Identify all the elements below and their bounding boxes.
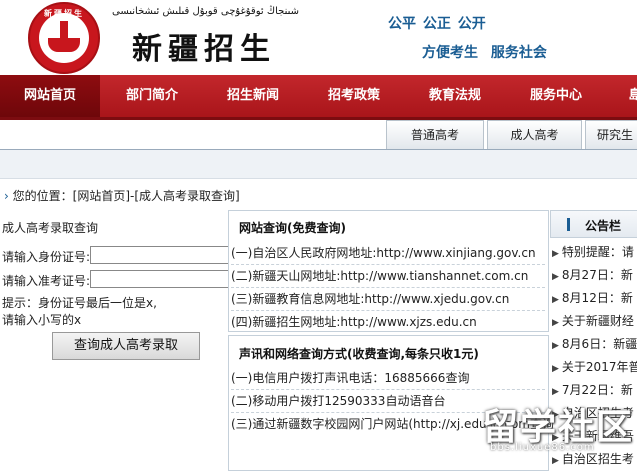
nav-item-home[interactable]: 网站首页	[0, 75, 100, 117]
nav-item-about[interactable]: 部门简介	[102, 75, 202, 117]
breadcrumb: › 您的位置：[网站首页]-[成人高考录取查询]	[4, 187, 240, 204]
input-hint: 提示：身份证号最后一位是x, 请输入小写的x	[2, 295, 157, 329]
free-query-box: 网站查询(免费查询) (一)自治区人民政府网地址:http://www.xinj…	[228, 210, 549, 332]
logo-emblem-icon	[39, 13, 89, 63]
slogan-line-2: 方便考生 服务社会	[422, 45, 547, 61]
nav-item-policy[interactable]: 招考政策	[304, 75, 404, 117]
nav-item-news[interactable]: 招生新闻	[203, 75, 303, 117]
tab-general-exam[interactable]: 普通高考	[386, 120, 484, 149]
notice-item[interactable]: ▶ 7月22日：新	[552, 381, 633, 398]
paid-query-title: 声讯和网络查询方式(收费查询,每条只收1元)	[239, 347, 479, 361]
free-query-title: 网站查询(免费查询)	[239, 221, 346, 235]
watermark: 留学社区 bbs.liuxue86.com	[470, 398, 637, 471]
watermark-url: bbs.liuxue86.com	[490, 442, 595, 453]
site-logo[interactable]: 新疆招生	[28, 2, 100, 74]
notice-item[interactable]: ▶ 8月6日：新疆	[552, 335, 637, 352]
notice-item[interactable]: ▶ 关于2017年普	[552, 358, 637, 375]
notice-item-text: 关于2017年普	[561, 360, 637, 374]
notice-bar-icon	[567, 218, 570, 231]
row-divider	[231, 287, 545, 288]
slogan-line-1: 公平 公正 公开	[388, 16, 486, 32]
notice-item-text: 关于新疆财经	[561, 314, 634, 328]
notice-item[interactable]: ▶ 关于新疆财经	[552, 312, 634, 329]
notice-item-text: 特别提醒：请	[561, 245, 634, 259]
triangle-right-icon: ▶	[552, 249, 559, 259]
nav-item-more[interactable]: 島	[620, 75, 637, 117]
id-number-input[interactable]	[90, 246, 248, 264]
notice-item-text: 8月6日：新疆	[561, 337, 637, 351]
free-query-item[interactable]: (一)自治区人民政府网地址:http://www.xinjiang.gov.cn	[231, 244, 536, 261]
notice-board-header: 公告栏	[550, 210, 637, 238]
site-header: 新疆招生 شىنجاڭ ئوقۇغۇچى قوبۇل قىلىش ئىشخانى…	[0, 0, 637, 75]
hint-line-2: 请输入小写的x	[2, 313, 82, 327]
triangle-right-icon: ▶	[552, 341, 559, 351]
free-query-item[interactable]: (三)新疆教育信息网地址:http://www.xjedu.gov.cn	[231, 290, 509, 307]
free-query-item[interactable]: (四)新疆招生网地址:http://www.xjzs.edu.cn	[231, 313, 477, 330]
notice-item[interactable]: ▶ 8月27日：新	[552, 266, 633, 283]
triangle-right-icon: ▶	[552, 387, 559, 397]
site-brand-title: 新疆招生	[132, 32, 276, 67]
nav-item-service[interactable]: 服务中心	[506, 75, 606, 117]
query-admission-button[interactable]: 查询成人高考录取	[52, 332, 200, 360]
paid-query-item: (一)电信用户拨打声讯电话：16885666查询	[231, 371, 470, 385]
info-band	[0, 150, 637, 179]
ticket-number-label: 请输入准考证号:	[2, 274, 91, 288]
row-divider	[231, 310, 545, 311]
uyghur-subtitle: شىنجاڭ ئوقۇغۇچى قوبۇل قىلىش ئىشخانىسى	[112, 6, 299, 17]
hint-line-1: 提示：身份证号最后一位是x,	[2, 296, 157, 310]
tab-graduate-exam[interactable]: 研究生	[585, 120, 637, 149]
notice-item[interactable]: ▶ 特别提醒：请	[552, 243, 634, 260]
row-divider	[231, 389, 545, 390]
ticket-number-input[interactable]	[90, 270, 248, 288]
tab-adult-exam[interactable]: 成人高考	[487, 120, 582, 149]
triangle-right-icon: ▶	[552, 364, 559, 374]
query-panel-title: 成人高考录取查询	[2, 221, 99, 235]
triangle-right-icon: ▶	[552, 318, 559, 328]
main-nav: 网站首页 部门简介 招生新闻 招考政策 教育法规 服务中心 島	[0, 75, 637, 120]
breadcrumb-text[interactable]: 您的位置：[网站首页]-[成人高考录取查询]	[13, 189, 240, 203]
triangle-right-icon: ▶	[552, 295, 559, 305]
notice-item-text: 7月22日：新	[561, 383, 633, 397]
notice-item-text: 8月27日：新	[561, 268, 633, 282]
query-panel: 成人高考录取查询 请输入身份证号: 请输入准考证号: 提示：身份证号最后一位是x…	[0, 210, 248, 471]
free-query-item[interactable]: (二)新疆天山网地址:http://www.tianshannet.com.cn	[231, 267, 528, 284]
notice-item-text: 8月12日：新	[561, 291, 633, 305]
triangle-right-icon: ▶	[552, 272, 559, 282]
notice-board-title: 公告栏	[585, 219, 622, 233]
nav-item-law[interactable]: 教育法规	[405, 75, 505, 117]
notice-item[interactable]: ▶ 8月12日：新	[552, 289, 633, 306]
breadcrumb-arrow-icon: ›	[4, 189, 9, 203]
id-number-label: 请输入身份证号:	[2, 250, 91, 264]
row-divider	[231, 264, 545, 265]
paid-query-item: (二)移动用户拨打12590333自动语音台	[231, 394, 446, 408]
